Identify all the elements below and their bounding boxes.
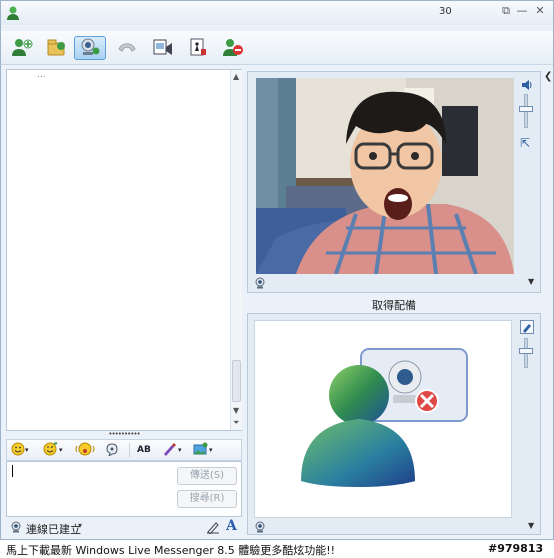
voice-call-button[interactable] [111,36,143,60]
scroll-thumb[interactable] [232,360,241,402]
scroll-end-icon[interactable]: ⏷ [233,418,239,428]
pane-splitter[interactable]: •••••••••• [6,431,242,438]
title-bar: 30 ⧉ — ✕ [1,1,553,25]
send-files-button[interactable] [41,36,73,60]
games-icon [187,37,209,60]
close-icon[interactable]: ✕ [533,4,547,18]
invite-contact-button[interactable] [6,36,38,60]
share-activities-button[interactable] [147,36,179,60]
scroll-up-icon[interactable]: ▲ [233,72,239,81]
games-button[interactable] [182,36,214,60]
wink-button[interactable]: ▾ [43,441,63,459]
invite-contact-icon [11,37,33,60]
webcam-small-icon[interactable] [254,277,266,292]
popout-icon[interactable]: ⇱ [520,136,530,150]
status-chevron-icon[interactable]: ▾ [78,521,82,530]
scroll-down-icon[interactable]: ▼ [233,406,239,415]
chevron-down-icon: ▾ [59,446,63,454]
messenger-buddy-icon [5,5,21,21]
send-picture-button[interactable]: ▾ [193,442,213,458]
status-text: 連線已建立 [26,523,81,536]
remote-webcam-video [256,78,514,274]
history-dots: ... [37,70,46,80]
self-view-area [254,320,512,518]
self-panel-footer: ▼ [252,520,538,534]
handwriting-icon[interactable] [206,520,220,537]
text-mode-icon[interactable]: A [226,518,237,534]
wink-icon [43,441,59,459]
search-button[interactable]: 搜尋(R) [177,490,237,508]
paintbrush-icon [162,442,178,459]
toolbar [1,31,553,65]
history-scrollbar[interactable]: ▲ ▼ ⏷ [230,70,242,430]
chevron-down-icon: ▾ [25,446,29,454]
block-contact-icon [222,37,244,60]
get-webcam-link[interactable]: 取得配備 [247,297,541,313]
emoticon-button[interactable]: ▾ [11,442,29,458]
self-menu-chevron-icon[interactable]: ▼ [528,521,534,530]
send-button[interactable]: 傳送(S) [177,467,237,485]
messenger-conversation-window: 30 ⧉ — ✕ ... ▲ ▼ ⏷ •••••••••• ▾ ▾ AB ▾ ▾… [0,0,554,540]
chevron-down-icon: ▾ [209,446,213,454]
chevron-down-icon: ▾ [178,446,182,454]
ad-text[interactable]: 馬上下載最新 Windows Live Messenger 8.5 體驗更多酷炫… [6,542,335,558]
font-label: AB [137,445,151,455]
font-button[interactable]: AB [137,442,151,458]
text-caret [12,465,13,477]
picture-icon [193,442,209,459]
block-contact-button[interactable] [217,36,249,60]
remote-video-panel: ⇱ ▼ [247,71,541,293]
remote-menu-chevron-icon[interactable]: ▼ [528,277,534,286]
video-call-icon [79,37,101,60]
remote-video-controls: ⇱ [518,78,536,158]
voice-clip-icon [105,442,119,459]
conversation-history[interactable]: ... ▲ ▼ ⏷ [6,69,242,431]
self-video-controls [518,320,536,380]
webcam-status-icon [10,521,22,536]
watermark: #979813 [488,542,544,555]
nudge-button[interactable] [75,442,95,458]
mic-slider-thumb[interactable] [519,348,533,354]
collapse-panel-icon[interactable]: ❮ [544,71,554,87]
self-video-panel: ▼ [247,313,541,535]
restore-icon[interactable]: ⧉ [499,4,513,18]
send-files-icon [46,37,68,60]
formatting-toolbar: ▾ ▾ AB ▾ ▾ [6,439,242,461]
connection-status-bar: 連線已建立 ▾ A [6,518,242,538]
background-button[interactable]: ▾ [162,442,182,458]
webcam-small-icon[interactable] [254,521,266,536]
voice-call-icon [116,37,138,60]
voice-clip-button[interactable] [105,442,119,458]
speaker-icon[interactable] [520,78,534,95]
minimize-icon[interactable]: — [515,4,529,18]
smiley-icon [11,442,25,459]
remote-panel-footer: ▼ [252,276,538,290]
message-input[interactable]: 傳送(S) 搜尋(R) [6,461,242,517]
window-title: 30 [439,6,452,17]
nudge-icon [75,442,95,459]
ad-bar: 馬上下載最新 Windows Live Messenger 8.5 體驗更多酷炫… [0,540,554,558]
pen-icon[interactable] [520,320,534,337]
share-activities-icon [152,37,174,60]
toolbar-divider [129,443,130,457]
video-call-button[interactable] [74,36,106,60]
volume-slider-thumb[interactable] [519,106,533,112]
